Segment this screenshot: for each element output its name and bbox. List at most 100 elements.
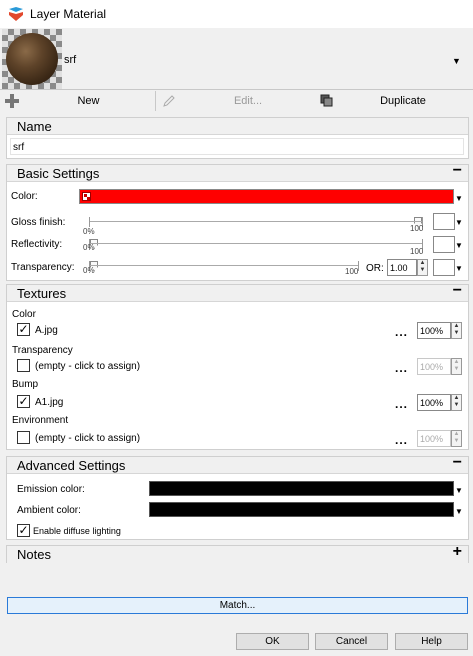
texture-environment-file[interactable]: (empty - click to assign): [35, 433, 140, 444]
texture-transparency-label: Transparency: [12, 345, 73, 356]
or-input[interactable]: 1.00: [387, 259, 417, 276]
transparency-color-swatch[interactable]: [433, 259, 455, 276]
spin-up-icon[interactable]: ▲: [452, 395, 461, 402]
basic-settings-panel: Basic Settings − Color: ▼ Gloss finish: …: [6, 162, 469, 281]
name-input[interactable]: srf: [10, 138, 464, 155]
texture-bump-file[interactable]: A1.jpg: [35, 397, 63, 408]
or-label: OR:: [366, 263, 384, 274]
texture-bump-percent-input[interactable]: 100%: [417, 394, 451, 411]
reflectivity-tick-max: 100: [410, 247, 424, 256]
material-dropdown-caret-icon[interactable]: ▼: [452, 56, 461, 66]
texture-environment-percent-spinner[interactable]: ▲ ▼: [451, 430, 462, 447]
texture-environment-checkbox[interactable]: [17, 431, 30, 444]
gloss-tick-max: 100: [410, 224, 424, 233]
texture-bump-checkbox[interactable]: ✓: [17, 395, 30, 408]
advanced-settings-title: Advanced Settings: [17, 458, 126, 473]
reflectivity-dropdown-caret-icon[interactable]: ▼: [455, 241, 463, 250]
reflectivity-label: Reflectivity:: [11, 239, 63, 250]
spin-up-icon[interactable]: ▲: [452, 359, 461, 366]
reflectivity-slider[interactable]: [89, 239, 423, 249]
texture-color-file[interactable]: A.jpg: [35, 325, 58, 336]
color-dropdown-caret-icon[interactable]: ▼: [455, 194, 463, 203]
texture-transparency-percent-spinner[interactable]: ▲ ▼: [451, 358, 462, 375]
name-panel-title: Name: [17, 119, 52, 134]
advanced-settings-panel: Advanced Settings − Emission color: ▼ Am…: [6, 454, 469, 540]
gloss-finish-slider[interactable]: [89, 217, 423, 227]
texture-transparency-percent-input[interactable]: 100%: [417, 358, 451, 375]
color-label: Color:: [11, 191, 38, 202]
transparency-dropdown-caret-icon[interactable]: ▼: [455, 264, 463, 273]
collapse-icon[interactable]: −: [453, 162, 462, 180]
texture-transparency-file[interactable]: (empty - click to assign): [35, 361, 140, 372]
ambient-color-label: Ambient color:: [17, 505, 81, 516]
notes-header[interactable]: Notes +: [7, 543, 468, 563]
material-name: srf: [64, 54, 77, 66]
transparency-tick-max: 100: [345, 267, 359, 276]
edit-button[interactable]: Edit...: [178, 91, 318, 111]
name-panel-header: Name: [7, 118, 468, 135]
title-bar: Layer Material: [0, 0, 473, 28]
enable-diffuse-lighting-checkbox[interactable]: ✓: [17, 524, 30, 537]
reflectivity-tick-min: 0%: [83, 243, 95, 252]
cancel-button[interactable]: Cancel: [315, 633, 388, 650]
emission-dropdown-caret-icon[interactable]: ▼: [455, 486, 463, 495]
texture-environment-browse-button[interactable]: ...: [395, 433, 408, 447]
match-button[interactable]: Match...: [7, 597, 468, 614]
spin-down-icon[interactable]: ▼: [418, 267, 427, 274]
name-panel: Name srf: [6, 117, 469, 159]
material-preview-sphere: [6, 33, 58, 85]
notes-title: Notes: [17, 547, 51, 562]
gloss-color-swatch[interactable]: [433, 213, 455, 230]
texture-bump-label: Bump: [12, 379, 39, 390]
color-swatch-bar[interactable]: [79, 189, 454, 204]
spin-down-icon[interactable]: ▼: [452, 402, 461, 409]
new-button[interactable]: New: [22, 91, 156, 111]
ambient-color-swatch[interactable]: [149, 502, 454, 517]
gloss-finish-label: Gloss finish:: [11, 217, 66, 228]
texture-bump-percent-spinner[interactable]: ▲ ▼: [451, 394, 462, 411]
app-icon: [9, 7, 23, 21]
spin-down-icon[interactable]: ▼: [452, 438, 461, 445]
texture-color-percent-input[interactable]: 100%: [417, 322, 451, 339]
ambient-dropdown-caret-icon[interactable]: ▼: [455, 507, 463, 516]
texture-color-checkbox[interactable]: ✓: [17, 323, 30, 336]
ok-button[interactable]: OK: [236, 633, 309, 650]
or-spinner[interactable]: ▲ ▼: [417, 259, 428, 276]
gloss-tick-min: 0%: [83, 227, 95, 236]
texture-transparency-browse-button[interactable]: ...: [395, 361, 408, 375]
duplicate-button[interactable]: Duplicate: [338, 91, 468, 111]
spin-up-icon[interactable]: ▲: [452, 431, 461, 438]
plus-icon: [5, 94, 19, 108]
duplicate-icon: [320, 94, 333, 107]
texture-transparency-checkbox[interactable]: [17, 359, 30, 372]
spin-up-icon[interactable]: ▲: [418, 260, 427, 267]
collapse-icon[interactable]: −: [453, 454, 462, 472]
transparency-tick-min: 0%: [83, 266, 95, 275]
textures-title: Textures: [17, 286, 67, 301]
textures-header[interactable]: Textures −: [7, 282, 468, 302]
textures-panel: Textures − Color ✓ A.jpg ... 100% ▲ ▼ Tr…: [6, 282, 469, 450]
basic-settings-title: Basic Settings: [17, 166, 100, 181]
reflectivity-color-swatch[interactable]: [433, 236, 455, 253]
texture-bump-browse-button[interactable]: ...: [395, 397, 408, 411]
emission-color-label: Emission color:: [17, 484, 85, 495]
window-title: Layer Material: [30, 7, 107, 21]
gloss-dropdown-caret-icon[interactable]: ▼: [455, 218, 463, 227]
transparency-slider[interactable]: [89, 261, 359, 271]
material-toolbar: New Edit... Duplicate: [0, 91, 473, 111]
spin-down-icon[interactable]: ▼: [452, 330, 461, 337]
expand-icon[interactable]: +: [453, 543, 462, 561]
enable-diffuse-lighting-label: Enable diffuse lighting: [33, 526, 121, 536]
texture-color-percent-spinner[interactable]: ▲ ▼: [451, 322, 462, 339]
name-input-value: srf: [13, 142, 25, 153]
spin-up-icon[interactable]: ▲: [452, 323, 461, 330]
advanced-settings-header[interactable]: Advanced Settings −: [7, 454, 468, 474]
spin-down-icon[interactable]: ▼: [452, 366, 461, 373]
texture-color-browse-button[interactable]: ...: [395, 325, 408, 339]
basic-settings-header[interactable]: Basic Settings −: [7, 162, 468, 182]
collapse-icon[interactable]: −: [453, 282, 462, 300]
help-button[interactable]: Help: [395, 633, 468, 650]
texture-environment-percent-input[interactable]: 100%: [417, 430, 451, 447]
transparency-label: Transparency:: [11, 262, 75, 273]
emission-color-swatch[interactable]: [149, 481, 454, 496]
